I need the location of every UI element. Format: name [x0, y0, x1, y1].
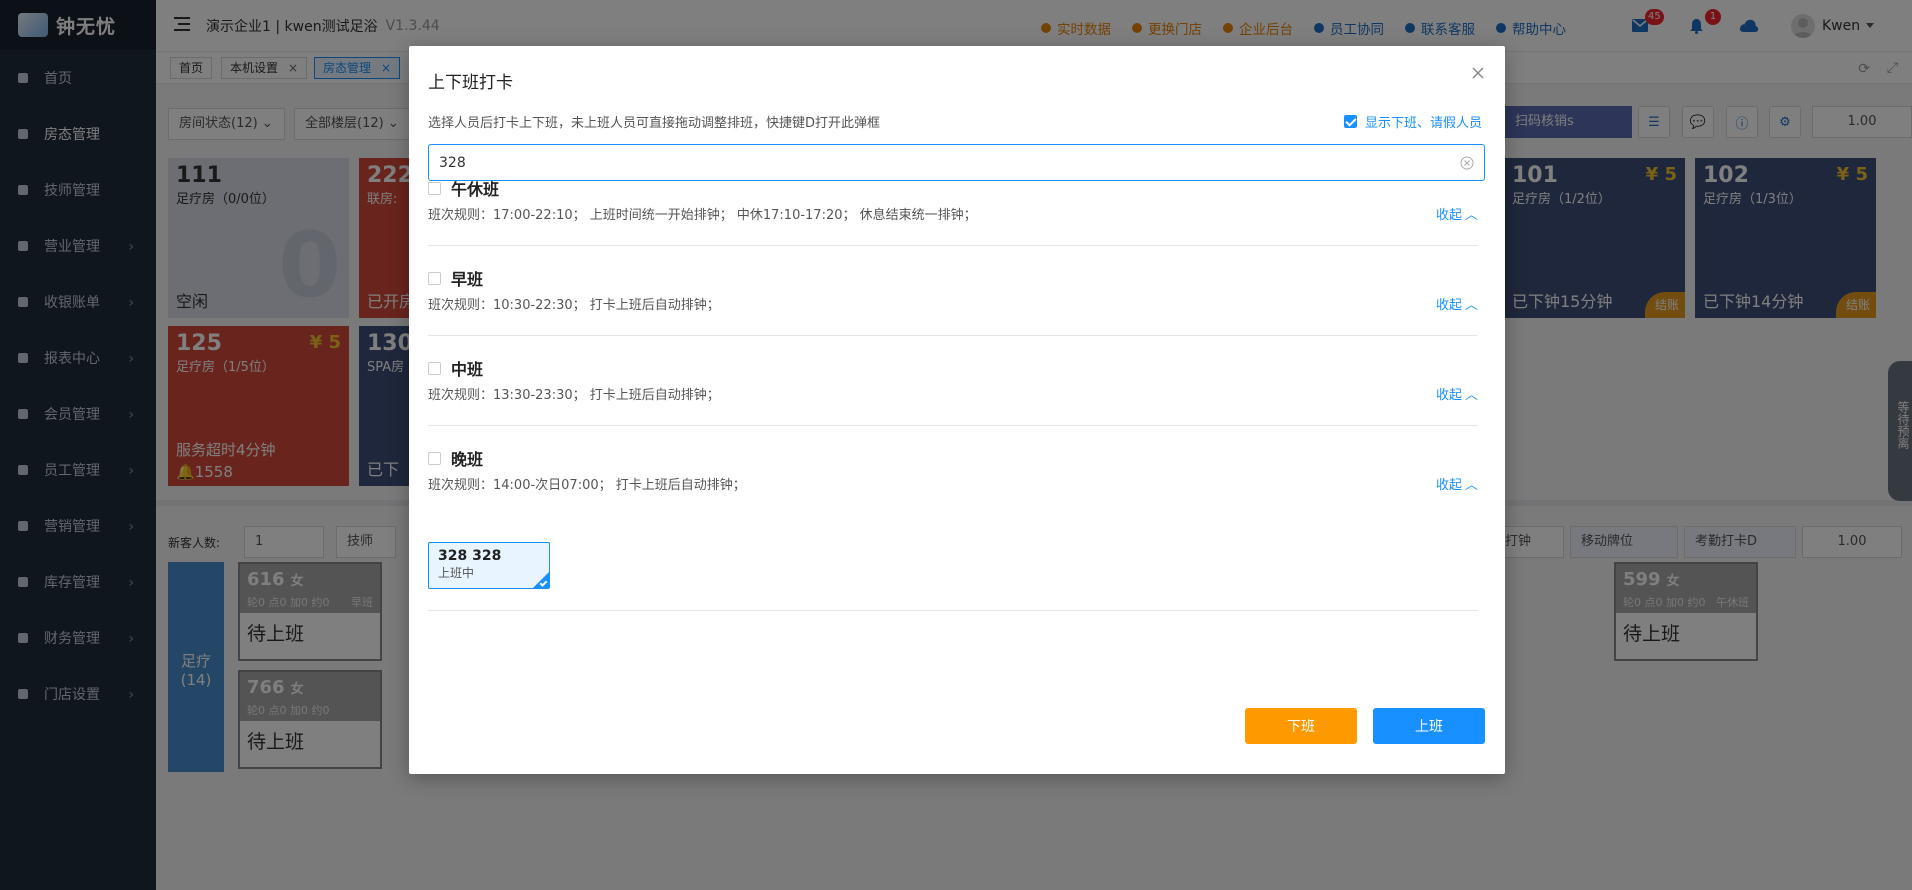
clear-icon[interactable]	[1460, 156, 1474, 170]
collapse-button[interactable]: 收起 ︿	[1436, 294, 1478, 313]
chevron-up-icon: ︿	[1464, 478, 1478, 493]
collapse-button[interactable]: 收起 ︿	[1436, 474, 1478, 493]
collapse-button[interactable]: 收起 ︿	[1436, 384, 1478, 403]
shift-checkbox[interactable]	[428, 181, 441, 195]
chevron-up-icon: ︿	[1464, 208, 1478, 223]
chevron-up-icon: ︿	[1464, 388, 1478, 403]
clock-out-button[interactable]: 下班	[1245, 708, 1357, 744]
search-field[interactable]	[428, 144, 1485, 181]
dialog-hint: 选择人员后打卡上下班，未上班人员可直接拖动调整排班，快捷键D打开此弹框	[428, 116, 881, 131]
divider	[428, 335, 1478, 336]
shift-checkbox[interactable]	[428, 361, 441, 375]
chevron-up-icon: ︿	[1464, 298, 1478, 313]
close-icon[interactable]	[1469, 64, 1487, 82]
staff-card-selected[interactable]: 328 328 上班中	[428, 542, 550, 589]
divider	[428, 610, 1478, 611]
clock-in-dialog: 上下班打卡 选择人员后打卡上下班，未上班人员可直接拖动调整排班，快捷键D打开此弹…	[409, 46, 1505, 774]
dialog-title: 上下班打卡	[428, 73, 513, 93]
search-input[interactable]	[429, 145, 1484, 180]
divider	[428, 245, 1478, 246]
shift-checkbox[interactable]	[428, 451, 441, 465]
checkbox-checked-icon[interactable]	[1343, 115, 1357, 128]
clock-in-button[interactable]: 上班	[1373, 708, 1485, 744]
collapse-button[interactable]: 收起 ︿	[1436, 204, 1478, 223]
divider	[428, 425, 1478, 426]
show-off-duty-checkbox[interactable]: 显示下班、请假人员	[1343, 112, 1482, 131]
shift-checkbox[interactable]	[428, 271, 441, 285]
